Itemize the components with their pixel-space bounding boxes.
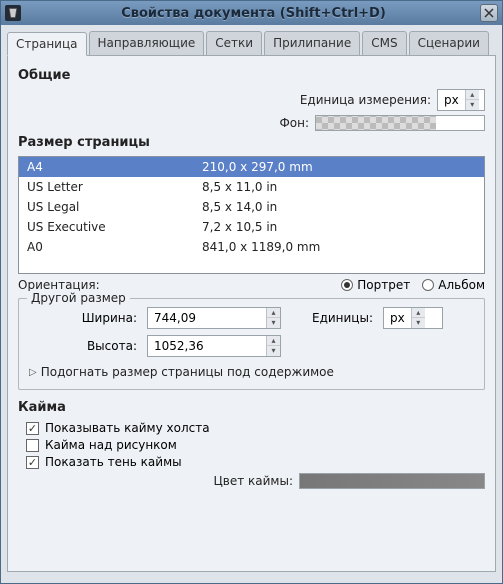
width-input[interactable]: 744,09▴▾ [147,307,281,329]
unit-value: px [438,93,465,107]
bg-swatch[interactable] [315,115,485,131]
tab-grids[interactable]: Сетки [206,31,262,55]
checkbox-icon [26,422,39,435]
chevron-right-icon: ▷ [29,367,37,378]
height-label: Высота: [29,339,137,353]
titlebar: Свойства документа (Shift+Ctrl+D) [1,1,502,25]
fit-expander[interactable]: ▷ Подогнать размер страницы под содержим… [29,365,474,379]
width-label: Ширина: [29,311,137,325]
unit-select[interactable]: px ▴▾ [437,89,485,111]
border-color-swatch[interactable] [299,473,485,489]
checkbox-icon [26,439,39,452]
height-input[interactable]: 1052,36▴▾ [147,335,281,357]
checkbox-icon [26,456,39,469]
unit-label: Единица измерения: [300,93,431,107]
tab-page[interactable]: Страница [7,32,87,56]
app-icon [5,5,21,21]
check-show-border[interactable]: Показывать кайму холста [26,421,485,435]
close-button[interactable] [480,4,498,22]
check-border-on-top[interactable]: Кайма над рисунком [26,438,485,452]
custom-legend: Другой размер [27,291,130,305]
tab-snap[interactable]: Прилипание [264,31,360,55]
pagesize-list[interactable]: A4210,0 x 297,0 mm US Letter8,5 x 11,0 i… [18,156,485,274]
window-title: Свойства документа (Shift+Ctrl+D) [27,6,480,21]
tab-cms[interactable]: CMS [362,31,406,55]
list-item: A0841,0 x 1189,0 mm [19,237,484,257]
list-item: A4210,0 x 297,0 mm [19,157,484,177]
list-item: US Executive7,2 x 10,5 in [19,217,484,237]
radio-portrait[interactable]: Портрет [341,278,410,292]
tab-scripts[interactable]: Сценарии [409,31,489,55]
units-label: Единицы: [291,311,373,325]
radio-dot-icon [422,279,434,291]
tab-panel: Общие Единица измерения: px ▴▾ Фон: Разм… [7,56,496,572]
border-color-label: Цвет каймы: [213,474,293,488]
check-show-shadow[interactable]: Показать тень каймы [26,455,485,469]
tab-guides[interactable]: Направляющие [89,31,205,55]
list-item: US Legal8,5 x 14,0 in [19,197,484,217]
list-item: US Letter8,5 x 11,0 in [19,177,484,197]
radio-landscape[interactable]: Альбом [422,278,485,292]
orientation-label: Ориентация: [18,278,100,292]
pagesize-heading: Размер страницы [18,135,485,150]
bg-label: Фон: [279,116,309,130]
radio-dot-icon [341,279,353,291]
border-heading: Кайма [18,400,485,415]
unit-spud[interactable]: ▴▾ [465,90,479,110]
custom-size-group: Другой размер Ширина: 744,09▴▾ Единицы: … [18,298,485,390]
units-select[interactable]: px▴▾ [383,307,443,329]
general-heading: Общие [18,68,485,83]
tabstrip: Страница Направляющие Сетки Прилипание C… [7,31,496,56]
